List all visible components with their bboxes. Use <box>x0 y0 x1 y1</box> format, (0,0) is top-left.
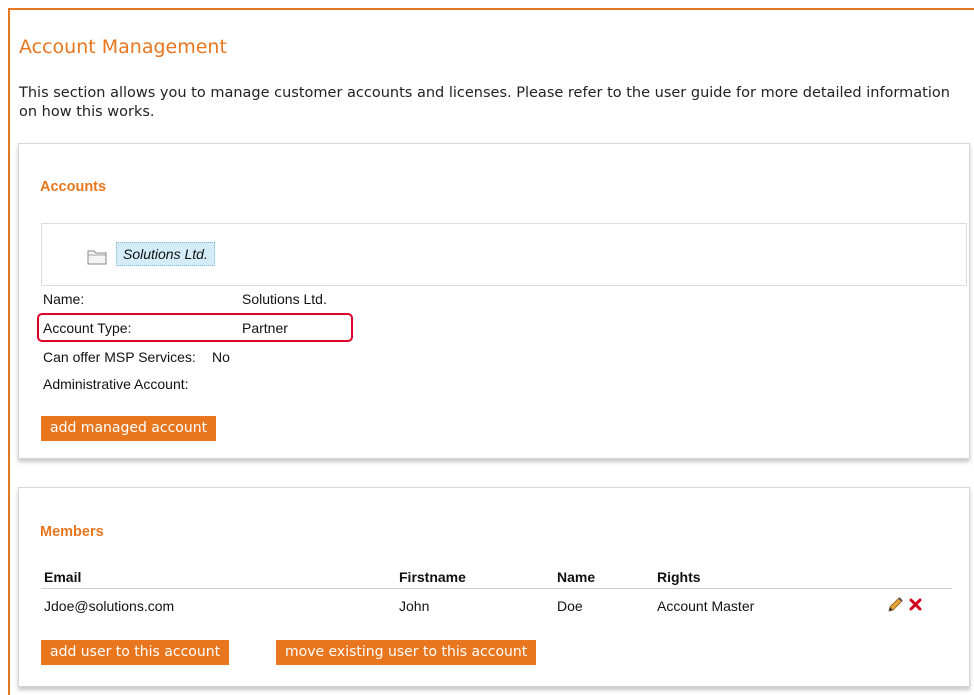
account-type-highlight <box>37 313 353 342</box>
msp-services-value: No <box>212 349 230 365</box>
name-value: Solutions Ltd. <box>242 291 327 307</box>
tree-node-solutions-ltd[interactable]: Solutions Ltd. <box>116 242 215 266</box>
administrative-account-label: Administrative Account: <box>43 376 189 392</box>
accounts-title: Accounts <box>40 179 107 195</box>
pencil-icon[interactable] <box>886 596 904 614</box>
folder-icon <box>87 250 107 265</box>
msp-services-label: Can offer MSP Services: <box>43 349 196 365</box>
page-title: Account Management <box>19 36 227 58</box>
column-header-firstname: Firstname <box>399 569 466 585</box>
members-panel: Members Email Firstname Name Rights Jdoe… <box>18 487 970 687</box>
column-header-rights: Rights <box>657 569 701 585</box>
member-name: Doe <box>557 598 583 614</box>
table-header-divider <box>41 588 952 589</box>
move-existing-user-button[interactable]: move existing user to this account <box>276 640 537 665</box>
add-managed-account-button[interactable]: add managed account <box>41 416 217 441</box>
member-email: Jdoe@solutions.com <box>44 598 175 614</box>
column-header-name: Name <box>557 569 596 585</box>
add-user-button[interactable]: add user to this account <box>41 640 230 665</box>
name-label: Name: <box>43 291 85 307</box>
accounts-panel: Accounts Solutions Ltd. Name: Solutions … <box>18 143 970 459</box>
account-tree: Solutions Ltd. <box>41 223 967 286</box>
page-intro: This section allows you to manage custom… <box>19 85 950 120</box>
member-rights: Account Master <box>657 598 755 614</box>
member-firstname: John <box>399 598 430 614</box>
delete-x-icon[interactable] <box>908 597 923 612</box>
column-header-email: Email <box>44 569 82 585</box>
members-title: Members <box>40 524 104 540</box>
